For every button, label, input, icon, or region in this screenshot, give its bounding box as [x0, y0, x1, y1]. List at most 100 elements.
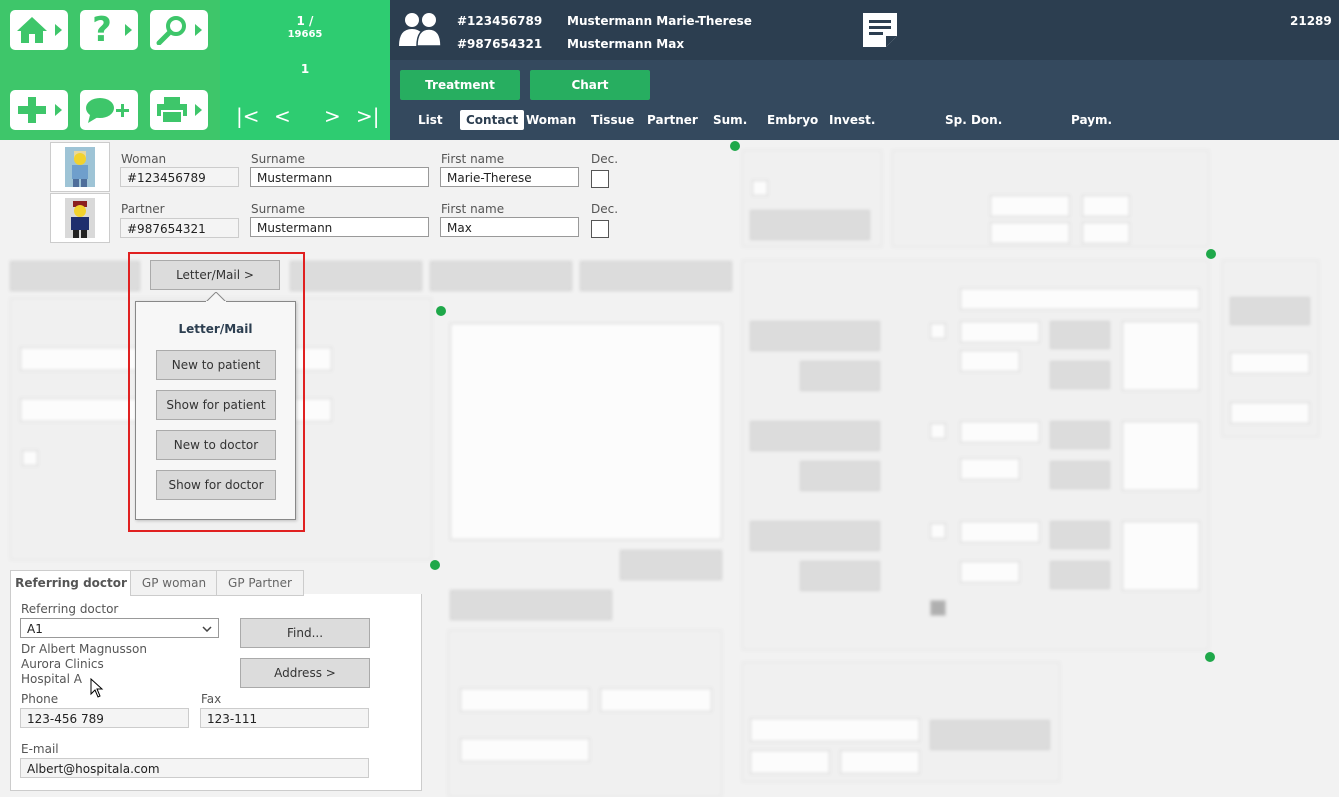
- last-record-icon[interactable]: >|: [356, 104, 380, 128]
- partner-surname-label: Surname: [251, 202, 305, 216]
- help-icon: ?: [92, 10, 112, 50]
- blurred-button: [750, 421, 880, 451]
- woman-firstname-field[interactable]: Marie-Therese: [440, 167, 579, 187]
- blurred-button: [1050, 361, 1110, 389]
- blurred-field: [930, 323, 946, 339]
- woman-surname-field[interactable]: Mustermann: [250, 167, 429, 187]
- help-button[interactable]: ?: [80, 10, 138, 50]
- blurred-field: [22, 450, 38, 466]
- home-button[interactable]: [10, 10, 68, 50]
- partner-name: Mustermann Max: [567, 37, 685, 51]
- woman-name: Mustermann Marie-Therese: [567, 14, 752, 28]
- status-dot: [1206, 249, 1216, 259]
- status-dot: [436, 306, 446, 316]
- blurred-field: [1230, 402, 1310, 424]
- email-label: E-mail: [21, 742, 59, 756]
- blurred-button: [580, 261, 732, 291]
- tab-invest[interactable]: Invest.: [829, 110, 875, 130]
- blurred-field: [960, 421, 1040, 443]
- woman-deceased-checkbox[interactable]: [591, 170, 609, 188]
- fax-label: Fax: [201, 692, 222, 706]
- add-icon: [18, 97, 46, 123]
- blurred-field: [960, 561, 1020, 583]
- blurred-button: [750, 521, 880, 551]
- tab-contact[interactable]: Contact: [460, 110, 525, 130]
- tab-partner[interactable]: Partner: [647, 110, 698, 130]
- tab-gp-partner[interactable]: GP Partner: [216, 570, 304, 596]
- tab-sperm-donor[interactable]: Sp. Don.: [945, 110, 1002, 130]
- woman-surname-label: Surname: [251, 152, 305, 166]
- blurred-button: [750, 210, 870, 240]
- woman-label: Woman: [121, 152, 167, 166]
- find-doctor-button[interactable]: Find...: [240, 618, 370, 648]
- blurred-field: [450, 323, 722, 540]
- mouse-cursor-icon: [90, 678, 104, 698]
- home-icon: [17, 17, 47, 43]
- partner-label: Partner: [121, 202, 165, 216]
- partner-firstname-field[interactable]: Max: [440, 217, 579, 237]
- phone-field[interactable]: 123-456 789: [20, 708, 189, 728]
- partner-id-field: #987654321: [120, 218, 239, 238]
- blurred-field: [960, 521, 1040, 543]
- tab-tissue[interactable]: Tissue: [591, 110, 634, 130]
- popup-title: Letter/Mail: [178, 322, 253, 336]
- woman-deceased-label: Dec.: [591, 152, 619, 166]
- record-number: 21289: [1290, 14, 1332, 28]
- blurred-button: [10, 261, 140, 291]
- partner-deceased-checkbox[interactable]: [591, 220, 609, 238]
- blurred-button: [750, 321, 880, 351]
- add-button[interactable]: [10, 90, 68, 130]
- record-pager: 1 / 19665 1 |< < > >|: [220, 0, 390, 140]
- pager-position: 1 /: [296, 14, 314, 28]
- tab-sum[interactable]: Sum.: [713, 110, 747, 130]
- blurred-button: [620, 550, 722, 580]
- first-record-icon[interactable]: |<: [236, 104, 260, 128]
- blurred-field: [960, 288, 1200, 310]
- search-icon: [156, 16, 186, 45]
- blurred-field: [752, 180, 768, 196]
- next-record-icon[interactable]: >: [324, 104, 341, 128]
- blurred-button: [930, 600, 946, 616]
- tab-referring-doctor[interactable]: Referring doctor: [10, 570, 132, 595]
- blurred-field: [990, 195, 1070, 217]
- status-dot: [430, 560, 440, 570]
- new-to-patient-button[interactable]: New to patient: [156, 350, 276, 380]
- blurred-button: [430, 261, 572, 291]
- blurred-panel: [448, 630, 722, 797]
- print-button[interactable]: [150, 90, 208, 130]
- address-button[interactable]: Address >: [240, 658, 370, 688]
- chart-button[interactable]: Chart: [530, 70, 650, 100]
- tab-payment[interactable]: Paym.: [1071, 110, 1112, 130]
- printer-icon: [157, 97, 187, 124]
- new-to-doctor-button[interactable]: New to doctor: [156, 430, 276, 460]
- tab-woman[interactable]: Woman: [526, 110, 576, 130]
- blurred-button: [1050, 321, 1110, 349]
- blurred-field: [930, 423, 946, 439]
- blurred-field: [960, 458, 1020, 480]
- doctor-name: Dr Albert Magnusson: [21, 642, 147, 656]
- fax-field[interactable]: 123-111: [200, 708, 369, 728]
- tab-gp-woman[interactable]: GP woman: [130, 570, 218, 596]
- chevron-down-icon: [202, 626, 212, 632]
- notes-icon[interactable]: [860, 10, 900, 50]
- blurred-button: [1050, 521, 1110, 549]
- referring-doctor-select[interactable]: A1: [20, 618, 219, 638]
- blurred-button: [1050, 561, 1110, 589]
- show-for-doctor-button[interactable]: Show for doctor: [156, 470, 276, 500]
- show-for-patient-button[interactable]: Show for patient: [156, 390, 276, 420]
- blurred-field: [750, 718, 920, 742]
- email-field[interactable]: Albert@hospitala.com: [20, 758, 369, 778]
- blurred-field: [990, 222, 1070, 244]
- previous-record-icon[interactable]: <: [274, 104, 291, 128]
- blurred-button: [800, 361, 880, 391]
- comment-add-icon: [86, 98, 129, 123]
- partner-surname-field[interactable]: Mustermann: [250, 217, 429, 237]
- blurred-field: [1082, 195, 1130, 217]
- blurred-field: [1230, 352, 1310, 374]
- tab-list[interactable]: List: [418, 110, 443, 130]
- search-button[interactable]: [150, 10, 208, 50]
- tab-embryo[interactable]: Embryo: [767, 110, 818, 130]
- blurred-field: [600, 688, 712, 712]
- new-message-button[interactable]: [80, 90, 138, 130]
- treatment-button[interactable]: Treatment: [400, 70, 520, 100]
